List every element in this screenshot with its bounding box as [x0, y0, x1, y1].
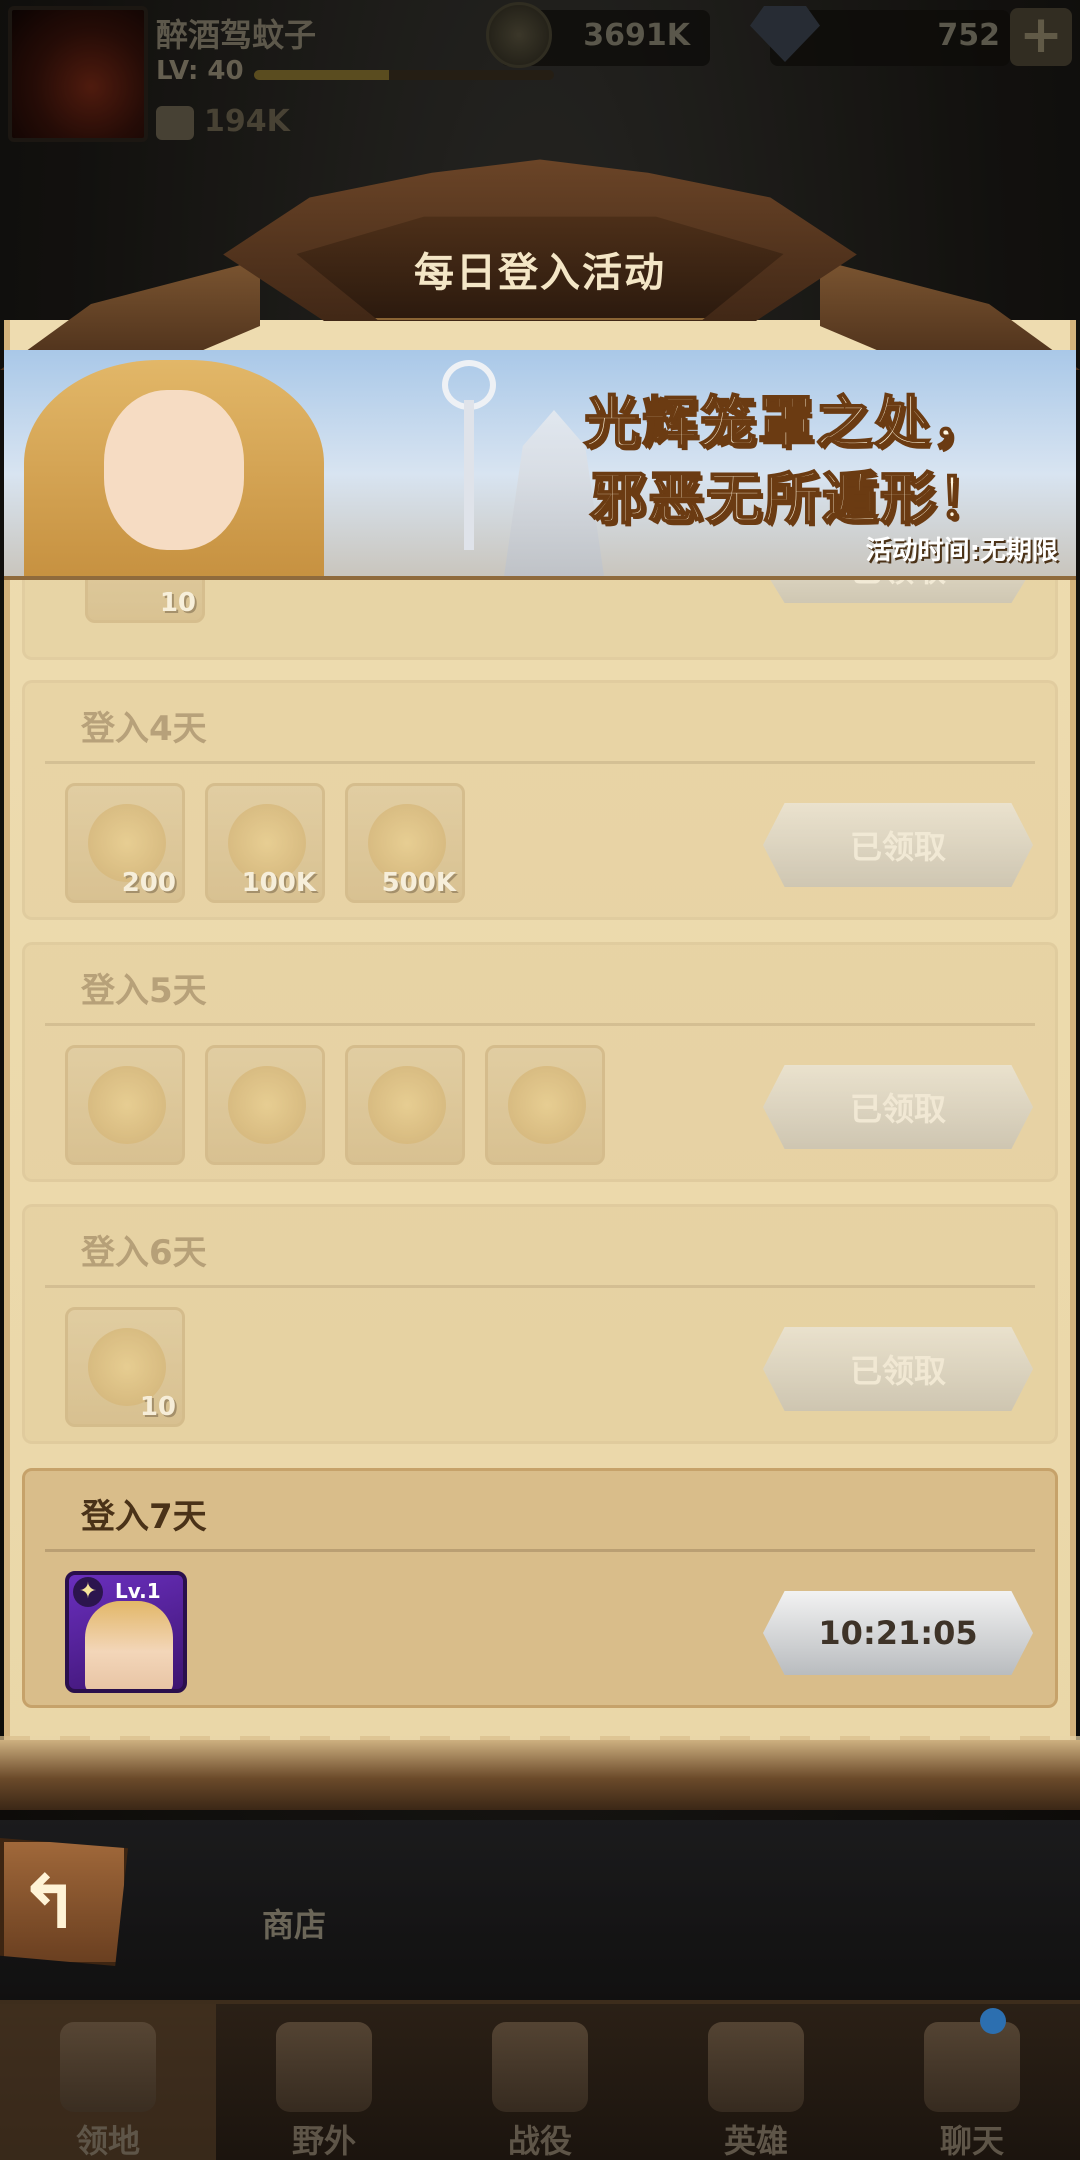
chat-icon	[924, 2022, 1020, 2112]
hero-helmet-icon	[708, 2022, 804, 2112]
claimed-button[interactable]: 已领取	[763, 1327, 1033, 1411]
star-icon: ✦	[73, 1577, 103, 1607]
modal-bottom-frame	[0, 1740, 1080, 1810]
event-banner: 光辉笼罩之处， 邪恶无所遁形！ 活动时间:无期限	[4, 350, 1076, 580]
staff-illustration	[434, 350, 504, 550]
character-face	[104, 390, 244, 550]
bottom-navigation: 领地 野外 战役 英雄 聊天	[0, 2000, 1080, 2160]
hero-portrait	[85, 1601, 173, 1689]
claimed-button[interactable]: 已领取	[763, 803, 1033, 887]
reward-row-day4: 登入4天 200 100K 500K 已领取	[22, 680, 1058, 920]
hero-level: Lv.1	[115, 1579, 161, 1603]
item-quantity: 500K	[381, 868, 456, 898]
nav-label: 英雄	[723, 2122, 788, 2160]
gold-coin-icon[interactable]: 500K	[345, 783, 465, 903]
reward-row-partial: 10 已领取	[22, 513, 1058, 660]
event-time: 活动时间:无期限	[865, 536, 1058, 566]
hero-reward-card[interactable]: ✦ Lv.1	[65, 1571, 187, 1693]
countdown-timer-button[interactable]: 10:21:05	[763, 1591, 1033, 1675]
boots-glyph	[508, 1066, 586, 1144]
staff-glyph	[88, 1066, 166, 1144]
gauntlet-icon[interactable]	[205, 1045, 325, 1165]
back-arrow-icon: ↰	[18, 1860, 81, 1946]
row-title: 登入4天	[81, 709, 207, 749]
gauntlet-glyph	[228, 1066, 306, 1144]
scroll-icon[interactable]: 10	[65, 1307, 185, 1427]
chat-notification-dot	[980, 2008, 1006, 2034]
nav-item-chat[interactable]: 聊天	[864, 2004, 1080, 2160]
battle-icon	[492, 2022, 588, 2112]
row-divider	[45, 1285, 1035, 1288]
shop-label[interactable]: 商店	[262, 1900, 326, 1946]
nav-item-territory[interactable]: 领地	[0, 2004, 216, 2160]
boots-icon[interactable]	[485, 1045, 605, 1165]
banner-character-illustration	[14, 350, 344, 576]
staff-icon[interactable]	[65, 1045, 185, 1165]
map-scroll-icon	[276, 2022, 372, 2112]
item-quantity: 200	[121, 868, 176, 898]
claimed-button[interactable]: 已领取	[763, 1065, 1033, 1149]
nav-item-campaign[interactable]: 战役	[432, 2004, 648, 2160]
item-quantity: 10	[159, 588, 196, 618]
castle-icon	[60, 2022, 156, 2112]
item-quantity: 10	[139, 1392, 176, 1422]
back-button[interactable]: ↰	[0, 1838, 128, 1966]
armor-icon[interactable]	[345, 1045, 465, 1165]
row-divider	[45, 1549, 1035, 1552]
nav-item-heroes[interactable]: 英雄	[648, 2004, 864, 2160]
row-divider	[45, 1023, 1035, 1026]
reward-row-day7: 登入7天 ✦ Lv.1 10:21:05	[22, 1468, 1058, 1708]
banner-slogan-line1: 光辉笼罩之处，	[583, 390, 990, 457]
daily-login-modal: 每日登入活动 10 已领取 登入4天 200 100K 500K 已领取 登入5…	[0, 150, 1080, 1820]
row-title: 登入7天	[81, 1497, 207, 1537]
item-quantity: 100K	[241, 868, 316, 898]
nav-label: 战役	[507, 2122, 572, 2160]
nav-label: 野外	[291, 2122, 356, 2160]
row-title: 登入5天	[81, 971, 207, 1011]
modal-title: 每日登入活动	[414, 250, 666, 296]
row-title: 登入6天	[81, 1233, 207, 1273]
ore-icon[interactable]: 200	[65, 783, 185, 903]
reward-row-day5: 登入5天 已领取	[22, 942, 1058, 1182]
nav-label: 聊天	[939, 2122, 1004, 2160]
nav-item-wild[interactable]: 野外	[216, 2004, 432, 2160]
nav-label: 领地	[75, 2122, 140, 2160]
reward-row-day6: 登入6天 10 已领取	[22, 1204, 1058, 1444]
banner-slogan-line2: 邪恶无所遁形！	[589, 466, 996, 533]
row-divider	[45, 761, 1035, 764]
armor-glyph	[368, 1066, 446, 1144]
hero-essence-icon[interactable]: 100K	[205, 783, 325, 903]
staff-pole	[464, 400, 474, 550]
